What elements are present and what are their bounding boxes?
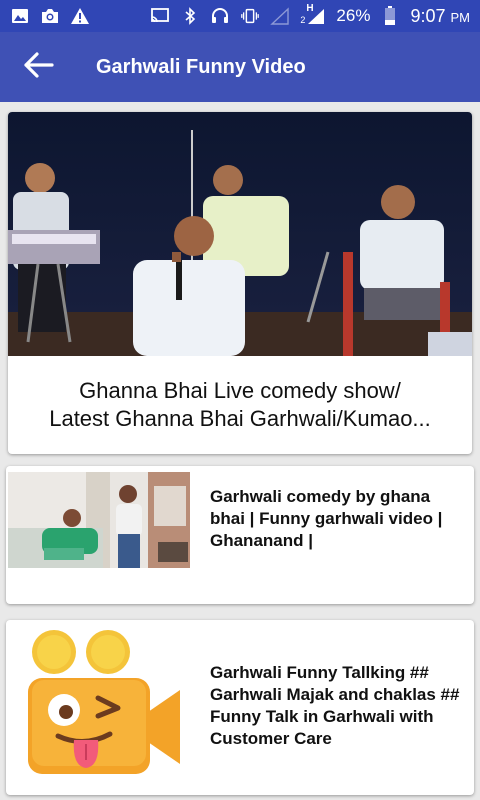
video-title-3[interactable]: Garhwali Funny Tallking ## Garhwali Maja… (210, 662, 470, 750)
back-button[interactable] (0, 32, 76, 102)
cast-icon (150, 6, 170, 26)
battery-icon (380, 6, 400, 26)
video-list[interactable]: Ghanna Bhai Live comedy show/ Latest Gha… (0, 102, 480, 800)
clock-time: 9:07 (410, 5, 446, 26)
video-card-1[interactable]: Ghanna Bhai Live comedy show/ Latest Gha… (8, 112, 472, 454)
video-thumbnail-1[interactable] (8, 112, 472, 356)
sim-label: 2 (300, 15, 306, 25)
page-title: Garhwali Funny Video (96, 55, 306, 78)
video-thumbnail-2[interactable] (8, 472, 190, 568)
winking-video-camera-icon (28, 630, 180, 774)
battery-percent: 26% (336, 6, 371, 25)
camera-icon (40, 6, 60, 26)
clock-ampm: PM (450, 9, 471, 25)
video-title-1[interactable]: Ghanna Bhai Live comedy show/ Latest Gha… (8, 356, 472, 454)
image-icon (10, 6, 30, 26)
bluetooth-icon (180, 6, 200, 26)
headset-icon (210, 6, 230, 26)
arrow-left-icon (22, 51, 54, 84)
app-bar: Garhwali Funny Video (0, 32, 480, 102)
vibrate-icon (240, 6, 260, 26)
signal-icon: H (306, 3, 326, 25)
video-title-2[interactable]: Garhwali comedy by ghana bhai | Funny ga… (210, 486, 464, 552)
video-thumbnail-3[interactable] (14, 628, 186, 788)
video-title-1-line-1: Ghanna Bhai Live comedy show/ (79, 378, 401, 403)
warning-icon (70, 6, 90, 26)
video-card-3[interactable]: Garhwali Funny Tallking ## Garhwali Maja… (6, 620, 474, 795)
video-card-2[interactable]: Garhwali comedy by ghana bhai | Funny ga… (6, 466, 474, 604)
video-title-1-line-2: Latest Ghanna Bhai Garhwali/Kumao... (49, 406, 431, 431)
signal-empty-icon (270, 6, 290, 26)
status-bar: 2 H 26% 9:07 PM (0, 0, 480, 32)
